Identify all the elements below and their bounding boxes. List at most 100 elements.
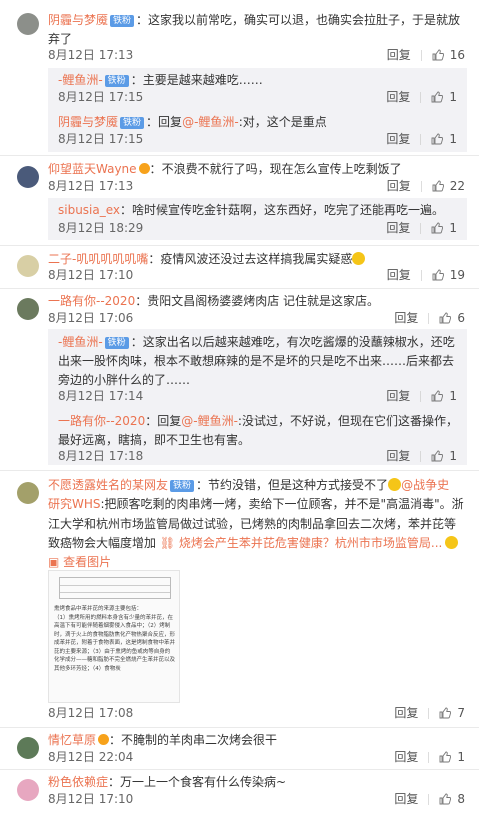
like-count: 1 <box>449 449 457 463</box>
username-link[interactable]: 二子-叽叽叽叽叽嘴 <box>48 252 148 266</box>
username-link[interactable]: 仰望蓝天Wayne <box>48 162 137 176</box>
mention-link[interactable]: @-鲤鱼洲- <box>181 414 238 428</box>
comment-text-cont: 弃了 <box>48 32 73 46</box>
avatar[interactable] <box>17 13 39 35</box>
username-link[interactable]: 一路有你--2020 <box>48 294 135 308</box>
reply-text: 一路有你--2020：回复@-鲤鱼洲-:没试过，不好说，但现在它们这番操作， <box>58 414 458 428</box>
reply-button[interactable]: 回复 <box>387 179 411 193</box>
timestamp: 8月12日 17:10 <box>48 268 134 282</box>
reply-button[interactable]: 回复 <box>387 268 411 282</box>
reply-button[interactable]: 回复 <box>394 311 418 325</box>
username-link[interactable]: 阴霾与梦魇 <box>58 115 118 129</box>
fan-badge: 铁粉 <box>120 117 145 129</box>
vip-icon <box>98 734 110 745</box>
reply-button[interactable]: 回复 <box>386 221 410 235</box>
like-count: 1 <box>449 132 457 146</box>
reply-button[interactable]: 回复 <box>386 449 410 463</box>
avatar[interactable] <box>17 482 39 504</box>
reply-text-cont: 旁边的小胖什么的了…… <box>58 373 191 387</box>
comment-image-thumbnail[interactable]: 熏烤食品中苯并芘的来源主要包括： （1）熏烤所用的燃料本身含有少量的苯并芘，在高… <box>48 570 180 703</box>
table-graphic <box>59 577 171 599</box>
reply-list: sibusia_ex：啥时候宣传吃金针菇啊，这东西好，吃完了还能再吃一遍。 8月… <box>48 198 467 240</box>
like-count: 8 <box>457 792 465 806</box>
like-count: 1 <box>457 750 465 764</box>
reply-text: -鲤鱼洲- 铁粉 ：这家出名以后越来越难吃，有次吃酱爆的没蘸辣椒水，还吃 <box>58 335 455 349</box>
thumbs-up-icon[interactable] <box>439 793 452 805</box>
image-icon: ▣ <box>48 555 64 569</box>
divider <box>0 769 479 770</box>
fan-badge: 铁粉 <box>104 337 129 349</box>
thumbs-up-icon[interactable] <box>431 390 444 402</box>
timestamp: 8月12日 17:18 <box>58 449 144 463</box>
reply-button[interactable]: 回复 <box>387 48 411 62</box>
reply-button[interactable]: 回复 <box>394 706 418 720</box>
username-link[interactable]: 粉色依赖症 <box>48 775 108 789</box>
divider <box>0 288 479 289</box>
thumbs-up-icon[interactable] <box>432 180 444 192</box>
avatar[interactable] <box>17 166 39 188</box>
fan-badge: 铁粉 <box>170 480 195 492</box>
reply-button[interactable]: 回复 <box>386 389 410 403</box>
timestamp: 8月12日 22:04 <box>48 750 134 764</box>
username-link[interactable]: 阴霾与梦魇 <box>48 13 108 27</box>
thumbs-up-icon[interactable] <box>431 91 444 103</box>
comment-text-cont: 江大学和杭州市场监管局做过试验，已烤熟的肉制品拿回去二次烤，苯并芘等 <box>48 517 457 531</box>
thumbs-up-icon[interactable] <box>431 450 444 462</box>
thumbs-up-icon[interactable] <box>431 133 444 145</box>
timestamp: 8月12日 17:06 <box>48 311 134 325</box>
comment-text-cont: 研究WHS:把顾客吃剩的肉串烤一烤，卖给下一位顾客，并不是"高温消毒"。浙 <box>48 497 464 511</box>
thumbs-up-icon[interactable] <box>439 707 452 719</box>
comment-text: 仰望蓝天Wayne ：不浪费不就行了吗，现在怎么宣传上吃剩饭了 <box>48 162 402 176</box>
thumbs-up-icon[interactable] <box>439 312 452 324</box>
avatar[interactable] <box>17 298 39 320</box>
mention-link[interactable]: @战争史 <box>401 478 449 492</box>
divider <box>0 245 479 246</box>
reply-button[interactable]: 回复 <box>386 90 410 104</box>
thumbs-up-icon[interactable] <box>432 269 444 281</box>
divider <box>0 470 479 471</box>
mention-link[interactable]: 研究WHS <box>48 497 101 511</box>
avatar[interactable] <box>17 255 39 277</box>
image-text: 熏烤食品中苯并芘的来源主要包括： （1）熏烤所用的燃料本身含有少量的苯并芘，在高… <box>54 606 176 672</box>
reply-list: -鲤鱼洲- 铁粉 ：主要是越来越难吃…… 8月12日 17:15 回复 1 阴霾与梦… <box>48 68 467 152</box>
avatar[interactable] <box>17 737 39 759</box>
like-count: 1 <box>449 221 457 235</box>
timestamp: 8月12日 17:14 <box>58 389 144 403</box>
comment-text: 一路有你--2020：贵阳文昌阁杨婆婆烤肉店 记住就是这家店。 <box>48 294 380 308</box>
comment-text: 粉色依赖症：万一上一个食客有什么传染病~ <box>48 775 287 789</box>
username-link[interactable]: 一路有你--2020 <box>58 414 145 428</box>
username-link[interactable]: 不愿透露姓名的某网友 <box>48 478 168 492</box>
thumbs-up-icon[interactable] <box>432 49 444 61</box>
view-image-link[interactable]: ▣ 查看图片 <box>48 552 467 572</box>
fan-badge: 铁粉 <box>104 75 129 87</box>
timestamp: 8月12日 17:13 <box>48 48 134 62</box>
reply-button[interactable]: 回复 <box>386 132 410 146</box>
username-link[interactable]: -鲤鱼洲- <box>58 335 103 349</box>
thumbs-up-icon[interactable] <box>431 222 444 234</box>
avatar[interactable] <box>17 779 39 801</box>
mention-link[interactable]: @-鲤鱼洲- <box>182 115 239 129</box>
timestamp: 8月12日 17:08 <box>48 706 134 720</box>
timestamp: 8月12日 17:13 <box>48 179 134 193</box>
fan-badge: 铁粉 <box>110 15 135 27</box>
thumbs-up-icon[interactable] <box>439 751 452 763</box>
like-count: 7 <box>457 706 465 720</box>
divider <box>0 155 479 156</box>
timestamp: 8月12日 17:15 <box>58 90 144 104</box>
reply-button[interactable]: 回复 <box>394 750 418 764</box>
username-link[interactable]: 情忆草原 <box>48 733 96 747</box>
timestamp: 8月12日 18:29 <box>58 221 144 235</box>
sweat-emoji-icon <box>352 252 366 265</box>
laugh-emoji-icon <box>388 478 402 491</box>
reply-text: -鲤鱼洲- 铁粉 ：主要是越来越难吃…… <box>58 73 263 87</box>
reply-text: sibusia_ex：啥时候宣传吃金针菇啊，这东西好，吃完了还能再吃一遍。 <box>58 203 445 217</box>
article-link[interactable]: 烧烤会产生苯并芘危害健康？杭州市市场监管局... <box>179 536 442 550</box>
username-link[interactable]: sibusia_ex <box>58 203 120 217</box>
link-icon: ⛓ <box>156 536 179 550</box>
like-count: 1 <box>449 389 457 403</box>
reply-button[interactable]: 回复 <box>394 792 418 806</box>
username-link[interactable]: -鲤鱼洲- <box>58 73 103 87</box>
like-count: 1 <box>449 90 457 104</box>
like-count: 19 <box>449 268 465 282</box>
like-count: 16 <box>449 48 465 62</box>
